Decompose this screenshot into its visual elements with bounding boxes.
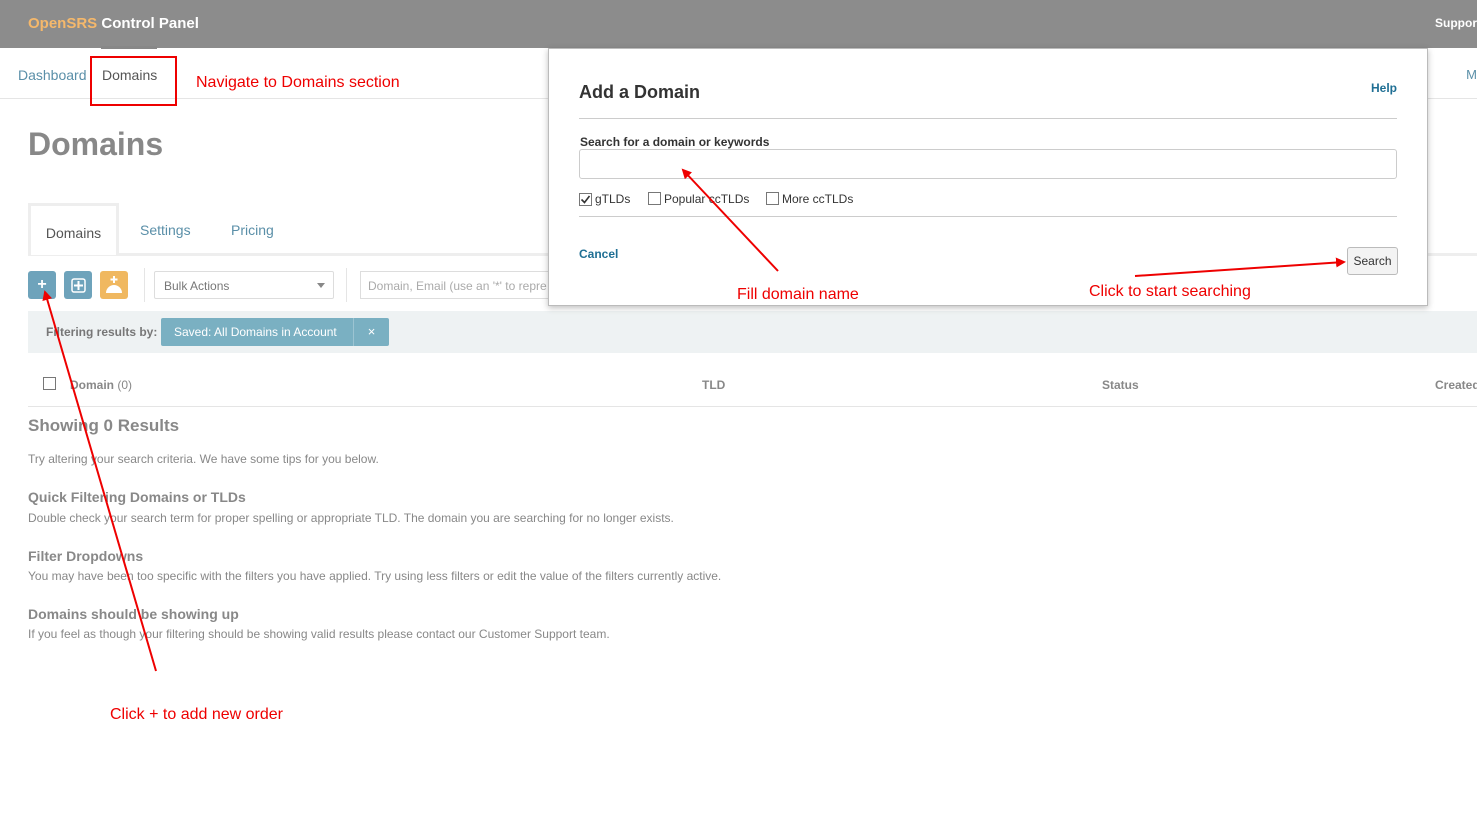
column-created[interactable]: Created xyxy=(1435,378,1477,392)
brand-name: OpenSRS xyxy=(28,15,98,32)
table-header: Domain (0) TLD Status Created xyxy=(28,362,1477,407)
tab-pricing[interactable]: Pricing xyxy=(231,203,274,255)
add-multiple-button[interactable] xyxy=(64,271,92,299)
search-label: Search for a domain or keywords xyxy=(580,135,770,149)
tip-text: Double check your search term for proper… xyxy=(28,511,674,525)
tip-text: If you feel as though your filtering sho… xyxy=(28,627,610,641)
option-more-cctlds[interactable]: More ccTLDs xyxy=(766,192,853,206)
annotation-fill-hint: Fill domain name xyxy=(737,286,859,303)
bulk-actions-label: Bulk Actions xyxy=(164,279,230,293)
top-bar: OpenSRS Control Panel Suppor xyxy=(0,0,1477,48)
more-cctlds-checkbox[interactable] xyxy=(766,192,779,205)
filter-tag-label: Saved: All Domains in Account xyxy=(174,325,337,339)
filter-bar: Filtering results by: Saved: All Domains… xyxy=(28,311,1477,353)
filter-label: Filtering results by: xyxy=(46,325,158,339)
empty-state-intro: Try altering your search criteria. We ha… xyxy=(28,452,379,466)
support-link[interactable]: Suppor xyxy=(1435,16,1477,30)
column-status[interactable]: Status xyxy=(1102,378,1139,392)
annotation-nav-hint: Navigate to Domains section xyxy=(196,74,400,91)
empty-state-title: Showing 0 Results xyxy=(28,416,180,435)
cancel-button[interactable]: Cancel xyxy=(579,247,618,261)
domain-filter-input[interactable]: Domain, Email (use an '*' to repre xyxy=(360,271,560,299)
toolbar-divider xyxy=(144,268,145,302)
tip-title: Filter Dropdowns xyxy=(28,548,144,564)
column-tld[interactable]: TLD xyxy=(702,378,725,392)
modal-title: Add a Domain xyxy=(579,82,701,102)
select-all-checkbox[interactable] xyxy=(43,377,56,390)
option-gtlds[interactable]: gTLDs xyxy=(579,192,630,206)
tip-title: Quick Filtering Domains or TLDs xyxy=(28,489,246,505)
chevron-down-icon xyxy=(317,283,325,288)
more-cctlds-label: More ccTLDs xyxy=(782,192,854,206)
filter-tag[interactable]: Saved: All Domains in Account × xyxy=(161,318,389,346)
help-link[interactable]: Help xyxy=(1371,81,1397,95)
column-domain-label: Domain xyxy=(70,378,115,392)
domain-search-input[interactable] xyxy=(579,149,1397,179)
popular-cctlds-label: Popular ccTLDs xyxy=(664,192,750,206)
tab-settings[interactable]: Settings xyxy=(140,203,191,255)
annotation-search-hint: Click to start searching xyxy=(1089,283,1251,300)
modal-divider xyxy=(579,118,1397,119)
search-button[interactable]: Search xyxy=(1347,247,1398,275)
nav-right-item[interactable]: M xyxy=(1466,67,1477,82)
modal-divider xyxy=(579,216,1397,217)
gtlds-checkbox[interactable] xyxy=(579,193,592,206)
tip-title: Domains should be showing up xyxy=(28,606,239,622)
nav-dashboard[interactable]: Dashboard xyxy=(18,67,87,83)
plus-stack-icon xyxy=(71,278,86,293)
column-domain[interactable]: Domain (0) xyxy=(70,378,132,392)
brand-logo[interactable]: OpenSRS Control Panel xyxy=(28,15,199,32)
option-popular-cctlds[interactable]: Popular ccTLDs xyxy=(648,192,749,206)
column-domain-count: (0) xyxy=(117,378,133,392)
sunrise-plus-icon xyxy=(106,276,122,293)
annotation-highlight-box xyxy=(90,56,177,106)
close-icon[interactable]: × xyxy=(353,318,389,346)
add-domain-button[interactable]: + xyxy=(28,271,56,299)
add-premium-button[interactable] xyxy=(100,271,128,299)
add-domain-modal: Add a Domain Help Search for a domain or… xyxy=(548,48,1428,306)
page-title: Domains xyxy=(28,126,164,162)
gtlds-label: gTLDs xyxy=(595,192,631,206)
nav-active-indicator xyxy=(101,46,157,49)
tip-text: You may have been too specific with the … xyxy=(28,569,722,583)
checkmark-icon xyxy=(580,195,591,204)
tab-domains[interactable]: Domains xyxy=(28,203,119,255)
toolbar-divider xyxy=(346,268,347,302)
annotation-add-hint: Click + to add new order xyxy=(110,706,283,723)
brand-suffix: Control Panel xyxy=(97,15,199,32)
bulk-actions-select[interactable]: Bulk Actions xyxy=(154,271,334,299)
popular-cctlds-checkbox[interactable] xyxy=(648,192,661,205)
